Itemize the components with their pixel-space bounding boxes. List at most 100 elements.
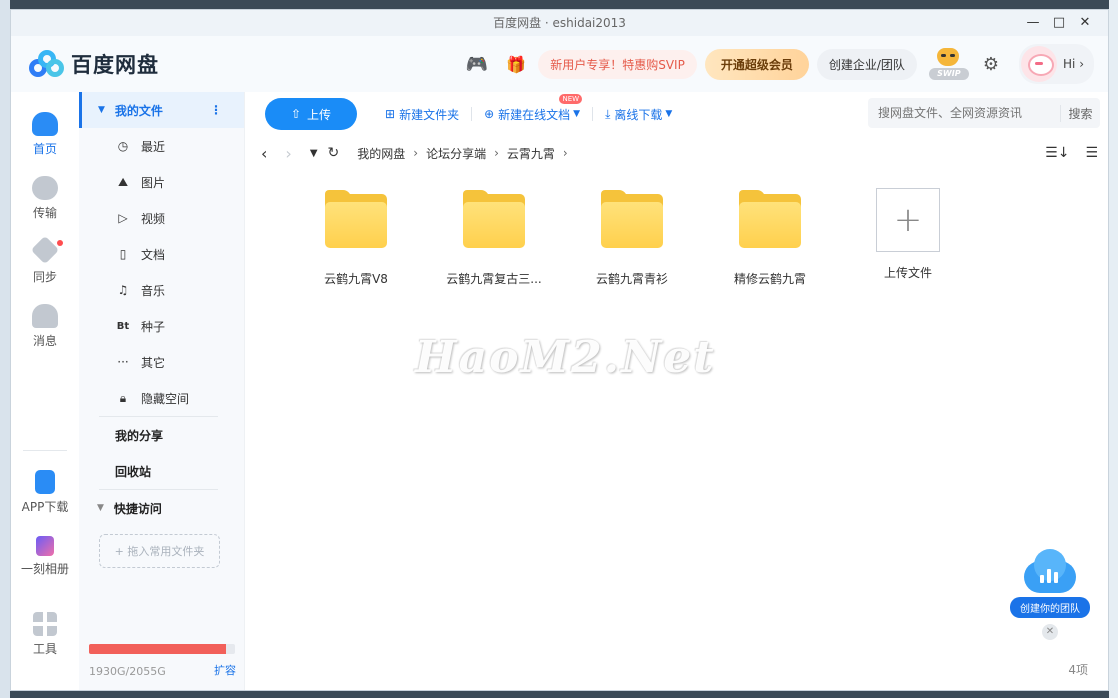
folder-name: 云鹤九霄复古三... (446, 272, 542, 286)
offline-download-button[interactable]: ⤓ 离线下载 ▼ (605, 106, 672, 123)
upload-file-label: 上传文件 (883, 266, 932, 280)
quick-access-drop-zone[interactable]: + 拖入常用文件夹 (99, 534, 220, 568)
title-bar: 百度网盘 · eshidai2013 — □ ✕ (11, 10, 1108, 36)
torrent-icon: Bt (116, 320, 130, 332)
svip-badge-icon[interactable]: SWIP (928, 48, 969, 80)
create-enterprise-button[interactable]: 创建企业/团队 (816, 48, 917, 80)
folder-item[interactable]: 精修云鹤九霄 (701, 188, 839, 287)
sidebar-item-label: 文档 (141, 247, 166, 262)
rail-item-messages[interactable]: 消息 (11, 304, 79, 349)
rail-item-app-download[interactable]: APP下载 (11, 470, 79, 515)
user-menu[interactable]: Hi › (1019, 44, 1094, 84)
rail-item-sync[interactable]: 同步 (11, 235, 79, 285)
new-folder-label: 新建文件夹 (399, 107, 460, 122)
search-button[interactable]: 搜索 (1060, 104, 1100, 122)
sidebar-item-recycle-bin[interactable]: 回收站 (79, 453, 244, 489)
new-online-doc-label: 新建在线文档 (498, 107, 571, 122)
sidebar-item-label: 我的分享 (115, 428, 164, 443)
sidebar-item-label: 隐藏空间 (141, 391, 190, 406)
sidebar-item-torrents[interactable]: Bt 种子 (79, 308, 244, 344)
sidebar-item-my-files[interactable]: ▼ 我的文件 ⋮ (79, 92, 244, 128)
more-vertical-icon[interactable]: ⋮ (210, 103, 222, 117)
new-user-promo-link[interactable]: 新用户专享！特惠购SVIP (538, 49, 697, 79)
rail-item-home[interactable]: 首页 (11, 112, 79, 157)
rail-item-album[interactable]: 一刻相册 (11, 536, 79, 577)
breadcrumb-item[interactable]: 论坛分享端 (426, 145, 486, 162)
breadcrumb: 我的网盘 › 论坛分享端 › 云霄九霄 › (357, 145, 575, 162)
folder-name: 云鹤九霄V8 (324, 272, 388, 286)
item-count: 4项 (1068, 663, 1088, 677)
sidebar-item-label: 最近 (141, 139, 166, 154)
chevron-right-icon: › (562, 146, 568, 160)
chevron-right-icon: › (413, 146, 419, 160)
close-icon[interactable]: ✕ (1042, 624, 1058, 640)
upload-file-tile[interactable]: + 上传文件 (839, 188, 977, 287)
document-icon: ▯ (119, 247, 127, 261)
rail-item-label: 传输 (32, 206, 57, 220)
sidebar-item-my-share[interactable]: 我的分享 (79, 417, 244, 453)
sidebar-item-images[interactable]: ⛰ 图片 (79, 164, 244, 200)
transfer-icon (32, 176, 58, 200)
new-folder-button[interactable]: ⊞ 新建文件夹 (385, 106, 459, 123)
sidebar-item-label: 其它 (141, 355, 166, 370)
sidebar-item-documents[interactable]: ▯ 文档 (79, 236, 244, 272)
folder-icon (463, 190, 525, 248)
list-view-icon[interactable]: ☰ (1085, 145, 1098, 161)
refresh-icon[interactable]: ↻ (328, 145, 340, 161)
music-icon: ♫ (117, 283, 129, 297)
sidebar-item-hidden-space[interactable]: 🔒︎ 隐藏空间 (79, 380, 244, 416)
search-box: 搜索 (868, 98, 1100, 128)
gift-icon[interactable]: 🎁 (506, 55, 526, 74)
baidu-netdisk-logo-icon (29, 50, 65, 78)
gamepad-icon[interactable]: 🎮 (466, 54, 488, 75)
brand-logo[interactable]: 百度网盘 (29, 49, 159, 79)
open-vip-button[interactable]: 开通超级会员 (704, 48, 809, 80)
search-input[interactable] (868, 106, 1060, 120)
folder-icon (601, 190, 663, 248)
sidebar-item-videos[interactable]: ▷ 视频 (79, 200, 244, 236)
download-icon: ⤓ (605, 106, 611, 121)
top-bar: 百度网盘 🎮 🎁 新用户专享！特惠购SVIP 开通超级会员 创建企业/团队 SW… (11, 36, 1108, 92)
rail-item-label: 同步 (32, 270, 57, 284)
desktop-background-left (0, 0, 10, 698)
minimize-button[interactable]: — (1020, 10, 1046, 36)
sidebar-item-recent[interactable]: ◷ 最近 (79, 128, 244, 164)
sort-icon[interactable]: ☰↓ (1045, 145, 1069, 161)
folder-item[interactable]: 云鹤九霄青衫 (563, 188, 701, 287)
toolbar-divider (471, 107, 473, 121)
main-content: ⇧ 上传 ⊞ 新建文件夹 ⊕ 新建在线文档 ▼ NEW ⤓ 离线下载 ▼ 搜网盘… (245, 92, 1108, 690)
breadcrumb-item[interactable]: 云霄九霄 (507, 145, 555, 162)
new-online-doc-button[interactable]: ⊕ 新建在线文档 ▼ NEW (484, 93, 583, 123)
upload-button[interactable]: ⇧ 上传 (265, 98, 357, 130)
back-icon[interactable]: ‹ (261, 144, 267, 163)
video-icon: ▷ (118, 211, 128, 225)
plus-icon: + (876, 188, 940, 252)
history-dropdown-icon[interactable]: ▼ (310, 148, 318, 159)
expand-storage-link[interactable]: 扩容 (214, 662, 236, 678)
sidebar-item-label: 回收站 (115, 464, 152, 479)
window-title: 百度网盘 · eshidai2013 (493, 16, 626, 30)
brand-name: 百度网盘 (71, 53, 159, 77)
quick-access-toggle[interactable]: ▼ 快捷访问 (79, 490, 244, 526)
forward-icon[interactable]: › (285, 144, 291, 163)
sidebar-item-other[interactable]: ··· 其它 (79, 344, 244, 380)
rail-item-label: 工具 (32, 642, 57, 656)
close-button[interactable]: ✕ (1072, 10, 1098, 36)
storage-quota-fill (89, 644, 227, 654)
breadcrumb-item[interactable]: 我的网盘 (357, 145, 405, 162)
folder-item[interactable]: 云鹤九霄V8 (287, 188, 425, 287)
sidebar-item-label: 我的文件 (114, 103, 163, 118)
app-window: 百度网盘 · eshidai2013 — □ ✕ 百度网盘 🎮 🎁 新用户专享！… (10, 9, 1109, 691)
rail-item-label: APP下载 (21, 500, 69, 514)
chevron-down-icon: ▼ (665, 109, 673, 119)
rail-item-tools[interactable]: 工具 (11, 612, 79, 657)
new-badge: NEW (559, 93, 583, 104)
storage-quota-bar (89, 644, 235, 654)
rail-item-transfer[interactable]: 传输 (11, 176, 79, 221)
sidebar-item-music[interactable]: ♫ 音乐 (79, 272, 244, 308)
settings-icon[interactable]: ⚙ (983, 54, 999, 75)
folder-item[interactable]: 云鹤九霄复古三... (425, 188, 563, 287)
maximize-button[interactable]: □ (1046, 10, 1072, 36)
create-team-promo[interactable]: 创建你的团队 (1010, 547, 1090, 618)
quick-access-label: 快捷访问 (113, 501, 162, 516)
